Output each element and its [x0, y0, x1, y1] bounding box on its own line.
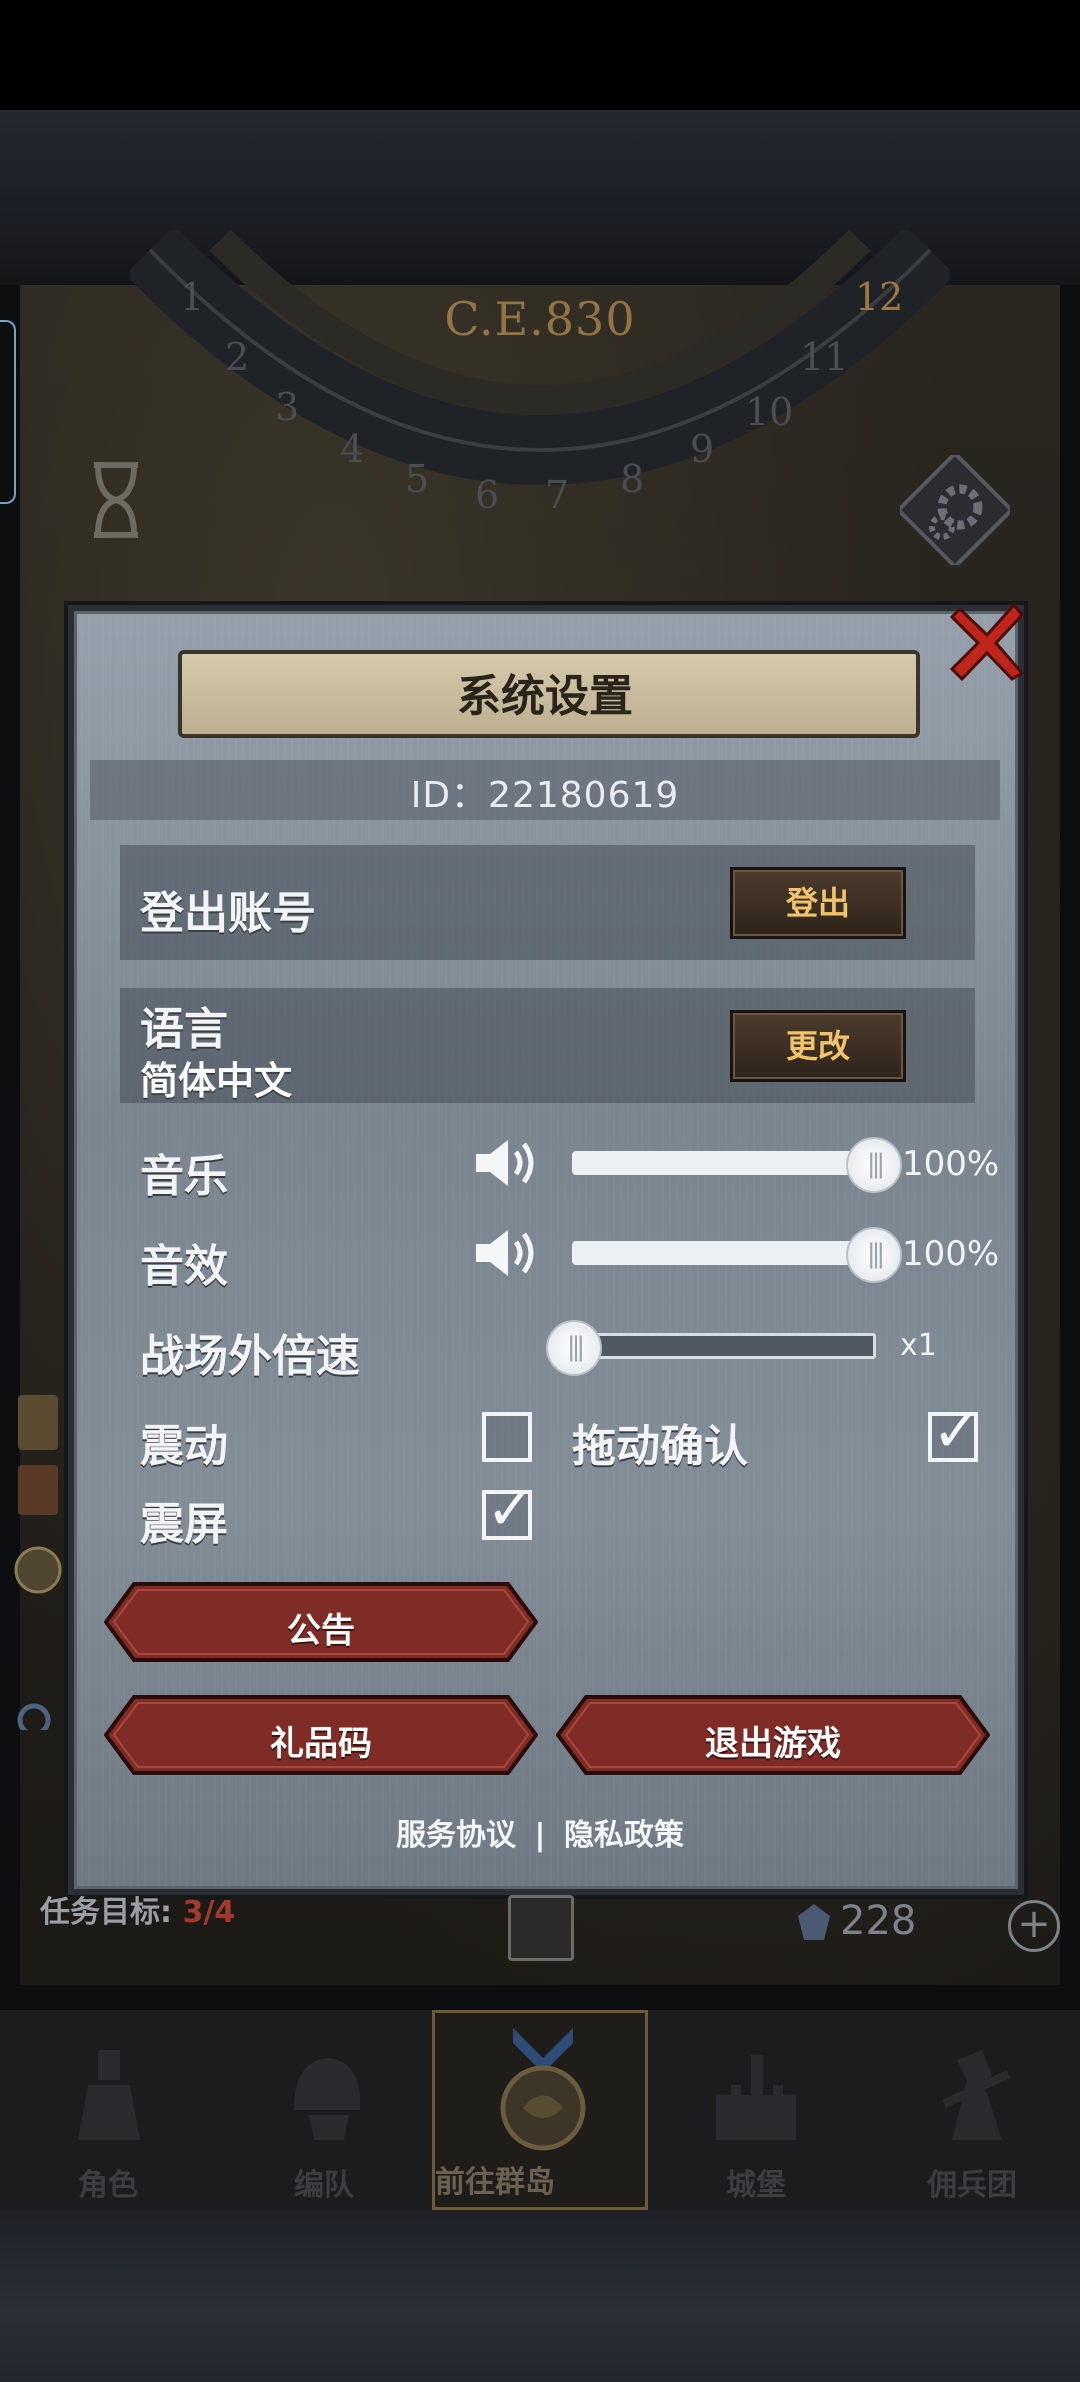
nav-label: 城堡 — [726, 2168, 786, 2203]
side-tab-handle[interactable] — [0, 320, 16, 504]
screen-shake-label: 震屏 — [140, 1499, 228, 1550]
status-bar — [0, 0, 1080, 110]
speaker-icon[interactable] — [474, 1136, 540, 1190]
notice-button-label: 公告 — [287, 1611, 355, 1651]
music-label: 音乐 — [140, 1151, 228, 1202]
vibrate-checkbox[interactable] — [482, 1412, 532, 1462]
dial-num-5: 5 — [405, 457, 429, 501]
knight-icon — [78, 2050, 140, 2140]
dial-num-1: 1 — [180, 275, 204, 319]
calendar-dial: 1 2 3 4 5 6 7 8 9 10 11 12 — [130, 230, 950, 517]
nav-item-character[interactable]: 角色 — [0, 2010, 216, 2210]
helmet-icon — [294, 2058, 361, 2140]
language-label: 语言 — [140, 1004, 228, 1055]
logout-label: 登出账号 — [140, 888, 316, 939]
link-separator: | — [534, 1818, 546, 1853]
speed-slider-track[interactable] — [572, 1333, 876, 1359]
speed-slider-knob[interactable]: ||| — [546, 1320, 602, 1376]
gear-icon[interactable] — [900, 455, 1010, 565]
dial-num-12: 12 — [855, 275, 903, 319]
sfx-slider-track[interactable] — [572, 1241, 872, 1265]
dial-num-4: 4 — [340, 427, 364, 471]
vibrate-label: 震动 — [140, 1421, 228, 1472]
dial-num-10: 10 — [745, 390, 793, 434]
nav-item-mercenaries[interactable]: 佣兵团 — [864, 2010, 1080, 2210]
compass-dragon-icon — [500, 2028, 586, 2151]
hourglass-icon[interactable] — [86, 460, 146, 540]
screen-shake-checkbox[interactable]: ✓ — [482, 1475, 535, 1543]
crystal-icon — [798, 1904, 830, 1940]
sfx-label: 音效 — [140, 1241, 228, 1292]
dial-num-11: 11 — [800, 335, 848, 379]
era-label: C.E.830 — [444, 292, 636, 346]
gem-count: 228 — [840, 1898, 917, 1944]
player-id: ID：22180619 — [410, 775, 680, 816]
close-icon[interactable] — [942, 595, 1032, 685]
gift-code-button-label: 礼品码 — [270, 1724, 372, 1764]
drag-confirm-label: 拖动确认 — [572, 1421, 748, 1472]
legal-links: 服务协议 | 隐私政策 — [68, 1810, 1012, 1854]
music-percent: 100% — [902, 1144, 1000, 1184]
speed-value: x1 — [900, 1328, 937, 1363]
dialog-title: 系统设置 — [457, 671, 633, 722]
dial-num-8: 8 — [620, 457, 644, 501]
privacy-link[interactable]: 隐私政策 — [564, 1818, 684, 1853]
nav-item-castle[interactable]: 城堡 — [648, 2010, 864, 2210]
checkmark-icon: ✓ — [486, 1475, 535, 1543]
music-slider-knob[interactable]: ||| — [846, 1137, 902, 1193]
language-value: 简体中文 — [140, 1059, 293, 1103]
mission-progress: 3/4 — [182, 1895, 236, 1930]
dial-num-9: 9 — [690, 427, 714, 471]
speaker-icon[interactable] — [474, 1226, 540, 1280]
chevron-down-icon[interactable] — [508, 1895, 574, 1961]
change-language-button[interactable]: 更改 — [730, 1010, 906, 1082]
sfx-percent: 100% — [902, 1234, 1000, 1274]
checkmark-icon: ✓ — [932, 1397, 981, 1465]
dial-num-6: 6 — [475, 473, 499, 517]
side-quest-icons[interactable] — [10, 1390, 65, 1730]
terms-link[interactable]: 服务协议 — [396, 1818, 516, 1853]
drag-confirm-checkbox[interactable]: ✓ — [928, 1397, 981, 1465]
music-slider-track[interactable] — [572, 1151, 872, 1175]
nav-label: 佣兵团 — [927, 2168, 1017, 2203]
dial-num-3: 3 — [275, 385, 299, 429]
exit-game-button-label: 退出游戏 — [705, 1724, 841, 1764]
bottom-system-area — [0, 2210, 1080, 2382]
nav-label: 前往群岛 — [435, 2165, 555, 2200]
speed-label: 战场外倍速 — [140, 1331, 360, 1382]
logout-button[interactable]: 登出 — [730, 867, 906, 939]
nav-item-formation[interactable]: 编队 — [216, 2010, 432, 2210]
dial-num-2: 2 — [225, 335, 249, 379]
castle-icon — [716, 2055, 796, 2140]
dial-num-7: 7 — [545, 473, 569, 517]
add-gems-button[interactable]: + — [1008, 1900, 1060, 1952]
mission-target: 任务目标: 3/4 — [40, 1887, 235, 1931]
mercenary-icon — [942, 2050, 1010, 2140]
nav-label: 角色 — [78, 2168, 138, 2203]
nav-label: 编队 — [294, 2168, 354, 2203]
mission-label: 任务目标: — [40, 1895, 172, 1930]
sfx-slider-knob[interactable]: ||| — [846, 1227, 902, 1283]
nav-item-islands[interactable]: 前往群岛 — [432, 2010, 648, 2210]
